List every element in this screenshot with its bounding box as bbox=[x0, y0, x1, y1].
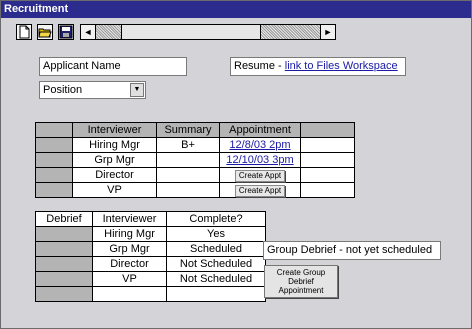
interviewer-cell: Hiring Mgr bbox=[72, 137, 157, 153]
complete-cell: Not Scheduled bbox=[166, 271, 266, 287]
table-row: VP Create Appt bbox=[35, 182, 355, 198]
col-debrief: Debrief bbox=[35, 211, 93, 227]
horizontal-scrollbar[interactable]: ◄ ► bbox=[80, 24, 336, 40]
col-complete: Complete? bbox=[166, 211, 266, 227]
button-label-line: Debrief bbox=[288, 277, 314, 286]
scroll-right-icon[interactable]: ► bbox=[320, 25, 335, 39]
interview-table: Interviewer Summary Appointment Hiring M… bbox=[35, 122, 355, 198]
appointment-link[interactable]: 12/8/03 2pm bbox=[229, 139, 290, 151]
row-header[interactable] bbox=[35, 182, 73, 198]
appointment-cell: 12/10/03 3pm bbox=[219, 152, 301, 168]
row-header[interactable] bbox=[35, 241, 93, 257]
scroll-thumb[interactable] bbox=[121, 25, 261, 39]
resume-label: Resume - bbox=[234, 60, 285, 72]
row-header[interactable] bbox=[35, 226, 93, 242]
recruitment-window: Recruitment ◄ ► Applicant Name Resume - … bbox=[0, 0, 472, 329]
empty-cell bbox=[300, 137, 355, 153]
summary-cell bbox=[156, 167, 220, 183]
interviewer-cell: Hiring Mgr bbox=[92, 226, 167, 242]
interviewer-cell: Grp Mgr bbox=[92, 241, 167, 257]
interviewer-cell: Director bbox=[72, 167, 157, 183]
appointment-cell: Create Appt bbox=[219, 167, 301, 183]
interviewer-cell: Director bbox=[92, 256, 167, 272]
create-group-debrief-button[interactable]: Create Group Debrief Appointment bbox=[264, 265, 338, 298]
summary-cell bbox=[156, 182, 220, 198]
debrief-table: Debrief Interviewer Complete? Hiring Mgr… bbox=[35, 211, 266, 302]
group-debrief-status: Group Debrief - not yet scheduled bbox=[263, 241, 441, 260]
button-label-line: Appointment bbox=[278, 286, 324, 295]
table-row: Grp Mgr 12/10/03 3pm bbox=[35, 152, 355, 168]
row-header-corner bbox=[35, 122, 73, 138]
table-row: Hiring Mgr B+ 12/8/03 2pm bbox=[35, 137, 355, 153]
table-row: Director Not Scheduled bbox=[35, 256, 266, 272]
new-document-icon[interactable] bbox=[16, 24, 32, 40]
row-header[interactable] bbox=[35, 256, 93, 272]
appointment-link[interactable]: 12/10/03 3pm bbox=[226, 154, 293, 166]
row-header[interactable] bbox=[35, 271, 93, 287]
create-appt-button[interactable]: Create Appt bbox=[234, 169, 286, 182]
col-appointment: Appointment bbox=[219, 122, 301, 138]
interviewer-cell: VP bbox=[72, 182, 157, 198]
complete-cell: Yes bbox=[166, 226, 266, 242]
files-workspace-link[interactable]: link to Files Workspace bbox=[285, 60, 398, 72]
summary-cell bbox=[156, 152, 220, 168]
table-row: VP Not Scheduled bbox=[35, 271, 266, 287]
row-header[interactable] bbox=[35, 152, 73, 168]
chevron-down-icon[interactable]: ▼ bbox=[130, 83, 144, 97]
scroll-left-icon[interactable]: ◄ bbox=[81, 25, 96, 39]
complete-cell bbox=[166, 286, 266, 302]
appointment-cell: Create Appt bbox=[219, 182, 301, 198]
empty-cell bbox=[300, 167, 355, 183]
interviewer-cell: Grp Mgr bbox=[72, 152, 157, 168]
complete-cell: Scheduled bbox=[166, 241, 266, 257]
appointment-cell: 12/8/03 2pm bbox=[219, 137, 301, 153]
button-label-line: Create Group bbox=[276, 268, 326, 277]
complete-cell: Not Scheduled bbox=[166, 256, 266, 272]
col-interviewer: Interviewer bbox=[72, 122, 157, 138]
interviewer-cell bbox=[92, 286, 167, 302]
resume-field[interactable]: Resume - link to Files Workspace bbox=[230, 57, 406, 76]
row-header[interactable] bbox=[35, 167, 73, 183]
position-select[interactable]: Position ▼ bbox=[39, 81, 146, 99]
table-row: Director Create Appt bbox=[35, 167, 355, 183]
applicant-name-field[interactable]: Applicant Name bbox=[39, 57, 187, 76]
interviewer-cell: VP bbox=[92, 271, 167, 287]
summary-cell: B+ bbox=[156, 137, 220, 153]
table-row: Hiring Mgr Yes bbox=[35, 226, 266, 242]
create-appt-button[interactable]: Create Appt bbox=[234, 184, 286, 197]
table-row bbox=[35, 286, 266, 302]
col-extra bbox=[300, 122, 355, 138]
empty-cell bbox=[300, 152, 355, 168]
empty-cell bbox=[300, 182, 355, 198]
position-value: Position bbox=[43, 84, 83, 96]
window-title: Recruitment bbox=[1, 1, 471, 18]
open-folder-icon[interactable] bbox=[37, 24, 53, 40]
row-header[interactable] bbox=[35, 286, 93, 302]
col-interviewer: Interviewer bbox=[92, 211, 167, 227]
col-summary: Summary bbox=[156, 122, 220, 138]
save-disk-icon[interactable] bbox=[58, 24, 74, 40]
row-header[interactable] bbox=[35, 137, 73, 153]
table-row: Grp Mgr Scheduled bbox=[35, 241, 266, 257]
